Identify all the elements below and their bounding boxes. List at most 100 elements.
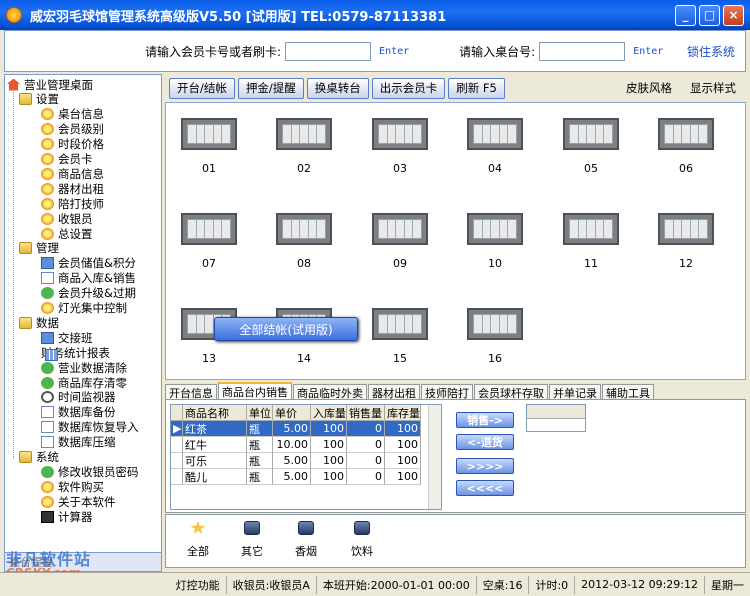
table-number-input[interactable] bbox=[539, 41, 626, 61]
search-bar: 请输入会员卡号或者刷卡: Enter 请输入桌台号: Enter 锁住系统 bbox=[4, 30, 746, 72]
table-cell: 瓶 bbox=[247, 469, 273, 485]
tree-item[interactable]: 数据库备份 bbox=[41, 405, 116, 420]
tree-group[interactable]: 设置 bbox=[19, 92, 59, 107]
tree-item[interactable]: 陪打技师 bbox=[41, 196, 104, 211]
tree-item[interactable]: 交接班 bbox=[41, 330, 93, 345]
tree-item[interactable]: 关于本软件 bbox=[41, 494, 116, 509]
category-other[interactable]: 其它 bbox=[232, 521, 272, 559]
court-table[interactable]: 12 bbox=[653, 213, 719, 270]
court-table-number: 15 bbox=[393, 352, 407, 365]
tree-item[interactable]: 计算器 bbox=[41, 509, 93, 524]
tree-item[interactable]: 会员级别 bbox=[41, 122, 104, 137]
tab[interactable]: 辅助工具 bbox=[602, 384, 654, 400]
tree-item[interactable]: 时段价格 bbox=[41, 137, 104, 152]
goods-grid-scrollbar[interactable] bbox=[428, 405, 441, 509]
tree-item[interactable]: 总设置 bbox=[41, 226, 93, 241]
document-icon bbox=[41, 272, 54, 285]
folder-icon bbox=[19, 93, 32, 106]
show-member-card-button[interactable]: 出示会员卡 bbox=[371, 77, 446, 99]
tab[interactable]: 开台信息 bbox=[165, 384, 217, 400]
member-card-input[interactable] bbox=[285, 41, 372, 61]
goods-sale-panel: 商品名称 单位 单价 入库量 销售量 库存量 ▶ 红茶瓶 5.00 100 0 100 红牛瓶 10.00… bbox=[165, 399, 746, 513]
tree-item[interactable]: 财务统计报表 bbox=[41, 345, 110, 362]
tree-item[interactable]: 数据库压缩 bbox=[41, 435, 116, 450]
refresh-button[interactable]: 刷新 F5 bbox=[448, 77, 505, 99]
court-table[interactable]: 06 bbox=[653, 118, 719, 175]
table-cell: 瓶 bbox=[247, 437, 273, 453]
checkout-all-popup-button[interactable]: 全部结帐(试用版) bbox=[214, 317, 358, 341]
table-row[interactable]: 可乐瓶 5.00 100 0 100 bbox=[171, 453, 441, 469]
court-table[interactable]: 15 bbox=[367, 308, 433, 365]
table-row[interactable]: 红牛瓶 10.00 100 0 100 bbox=[171, 437, 441, 453]
tree-item[interactable]: 商品信息 bbox=[41, 166, 104, 181]
tree-item[interactable]: 数据库恢复导入 bbox=[41, 420, 139, 435]
open-checkout-button[interactable]: 开台/结帐 bbox=[169, 77, 235, 99]
maximize-button[interactable]: □ bbox=[699, 4, 720, 26]
tab[interactable]: 器材出租 bbox=[368, 384, 420, 400]
tree-item[interactable]: 桌台信息 bbox=[41, 107, 104, 122]
tree-item-label: 会员卡 bbox=[58, 152, 93, 166]
return-button[interactable]: <-退货 bbox=[456, 434, 514, 450]
category-cigarettes[interactable]: 香烟 bbox=[286, 521, 326, 559]
tree-item[interactable]: 会员卡 bbox=[41, 152, 93, 167]
tree-group[interactable]: 系统 bbox=[19, 450, 59, 465]
skin-style-link[interactable]: 皮肤风格 bbox=[626, 80, 672, 96]
tree-item[interactable]: 器材出租 bbox=[41, 181, 104, 196]
add-all-button[interactable]: >>>> bbox=[456, 458, 514, 474]
tree-item[interactable]: 会员升级&过期 bbox=[41, 286, 136, 301]
court-table[interactable]: 16 bbox=[462, 308, 528, 365]
document-icon bbox=[41, 421, 54, 434]
sun-icon bbox=[41, 302, 54, 314]
sell-button[interactable]: 销售-> bbox=[456, 412, 514, 428]
tab[interactable]: 技师陪打 bbox=[421, 384, 473, 400]
court-table[interactable]: 10 bbox=[462, 213, 528, 270]
court-table[interactable]: 01 bbox=[176, 118, 242, 175]
table-row[interactable]: ▶ 红茶瓶 5.00 100 0 100 bbox=[171, 421, 441, 437]
court-table-icon bbox=[372, 118, 428, 150]
tree-item[interactable]: 修改收银员密码 bbox=[41, 464, 139, 479]
tree-item-label: 数据 bbox=[36, 315, 59, 330]
court-table[interactable]: 04 bbox=[462, 118, 528, 175]
category-drinks[interactable]: 饮料 bbox=[342, 521, 382, 559]
court-table-icon bbox=[658, 118, 714, 150]
category-all[interactable]: 全部 bbox=[178, 521, 218, 559]
tree-item[interactable]: 商品入库&销售 bbox=[41, 271, 136, 286]
timing-status: 计时:0 bbox=[529, 575, 576, 594]
tree-item-label: 修改收银员密码 bbox=[58, 464, 139, 479]
display-style-link[interactable]: 显示样式 bbox=[690, 80, 736, 96]
minimize-button[interactable]: _ bbox=[675, 4, 696, 26]
deposit-reminder-button[interactable]: 押金/提醒 bbox=[237, 77, 304, 99]
tree-item[interactable]: 商品库存清零 bbox=[41, 375, 127, 390]
court-table[interactable]: 02 bbox=[271, 118, 337, 175]
close-button[interactable]: × bbox=[723, 4, 744, 26]
tree-item[interactable]: 时间监视器 bbox=[41, 390, 116, 405]
court-table[interactable]: 08 bbox=[271, 213, 337, 270]
court-table-number: 03 bbox=[393, 162, 407, 175]
lock-system-link[interactable]: 锁住系统 bbox=[687, 43, 735, 60]
court-table[interactable]: 09 bbox=[367, 213, 433, 270]
light-control-status[interactable]: 灯控功能 bbox=[0, 575, 227, 594]
court-table[interactable]: 07 bbox=[176, 213, 242, 270]
tree-item[interactable]: 灯光集中控制 bbox=[41, 301, 127, 316]
court-table-number: 01 bbox=[202, 162, 216, 175]
table-cell: 0 bbox=[347, 469, 385, 485]
tree-item[interactable]: 会员储值&积分 bbox=[41, 256, 136, 271]
court-table-icon bbox=[276, 213, 332, 245]
tree-item-label: 关于本软件 bbox=[58, 494, 116, 509]
tree-item[interactable]: 软件购买 bbox=[41, 479, 104, 494]
tab[interactable]: 商品临时外卖 bbox=[293, 384, 367, 400]
court-table[interactable]: 05 bbox=[558, 118, 624, 175]
tab[interactable]: 会员球杆存取 bbox=[474, 384, 548, 400]
tree-group[interactable]: 数据 bbox=[19, 315, 59, 330]
tree-item[interactable]: 收银员 bbox=[41, 211, 93, 226]
table-row[interactable]: 酷儿瓶 5.00 100 0 100 bbox=[171, 469, 441, 485]
tree-item[interactable]: 营业数据清除 bbox=[41, 360, 127, 375]
tab[interactable]: 并单记录 bbox=[549, 384, 601, 400]
court-table[interactable]: 11 bbox=[558, 213, 624, 270]
tab[interactable]: 商品台内销售 bbox=[218, 382, 292, 400]
remove-all-button[interactable]: <<<< bbox=[456, 480, 514, 496]
tree-root[interactable]: 营业管理桌面 bbox=[7, 77, 93, 92]
tree-group[interactable]: 管理 bbox=[19, 241, 59, 256]
change-table-button[interactable]: 换桌转台 bbox=[306, 77, 369, 99]
court-table[interactable]: 03 bbox=[367, 118, 433, 175]
